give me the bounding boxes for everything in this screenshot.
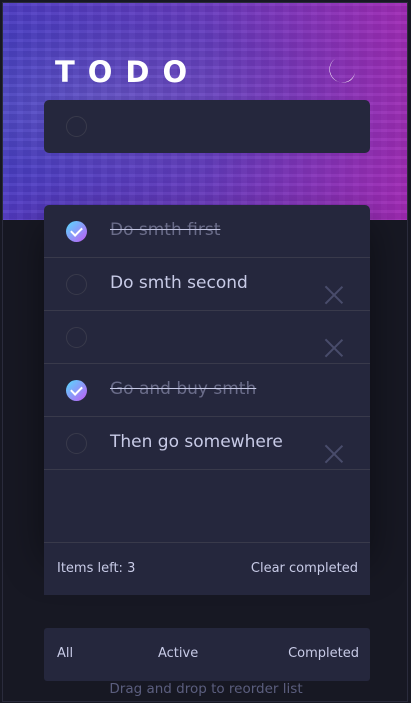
app-title: TODO bbox=[55, 55, 201, 89]
new-todo-circle[interactable] bbox=[66, 116, 87, 137]
close-icon[interactable] bbox=[324, 444, 344, 464]
new-todo-box bbox=[44, 100, 370, 153]
todo-item[interactable]: Then go somewhere bbox=[44, 417, 370, 470]
filter-bar: All Active Completed bbox=[44, 628, 370, 681]
todo-item[interactable] bbox=[44, 311, 370, 364]
moon-icon[interactable] bbox=[325, 53, 359, 87]
filter-completed[interactable]: Completed bbox=[288, 646, 359, 661]
checkbox[interactable] bbox=[66, 433, 87, 454]
todo-item[interactable]: Do smth first bbox=[44, 205, 370, 258]
todo-item[interactable]: Go and buy smth bbox=[44, 364, 370, 417]
checkbox-checked[interactable] bbox=[66, 380, 87, 401]
todo-list: Do smth first Do smth second Go and buy … bbox=[44, 205, 370, 542]
todo-text: Do smth first bbox=[110, 220, 221, 240]
checkbox-checked[interactable] bbox=[66, 221, 87, 242]
clear-completed-button[interactable]: Clear completed bbox=[251, 561, 358, 576]
drag-hint: Drag and drop to reorder list bbox=[109, 681, 303, 697]
todo-text: Then go somewhere bbox=[110, 432, 283, 452]
checkbox[interactable] bbox=[66, 327, 87, 348]
close-icon[interactable] bbox=[324, 338, 344, 358]
items-left-counter: Items left: 3 bbox=[57, 561, 136, 576]
checkbox[interactable] bbox=[66, 274, 87, 295]
filter-active[interactable]: Active bbox=[158, 646, 198, 661]
filter-all[interactable]: All bbox=[57, 646, 73, 661]
todo-text: Go and buy smth bbox=[110, 379, 257, 399]
todo-item[interactable]: Do smth second bbox=[44, 258, 370, 311]
close-icon[interactable] bbox=[324, 285, 344, 305]
list-footer: Items left: 3 Clear completed bbox=[44, 542, 370, 595]
app-frame: TODO Do smth first Do smth second Go and… bbox=[2, 2, 408, 702]
new-todo-input[interactable] bbox=[102, 112, 352, 140]
todo-text: Do smth second bbox=[110, 273, 248, 293]
